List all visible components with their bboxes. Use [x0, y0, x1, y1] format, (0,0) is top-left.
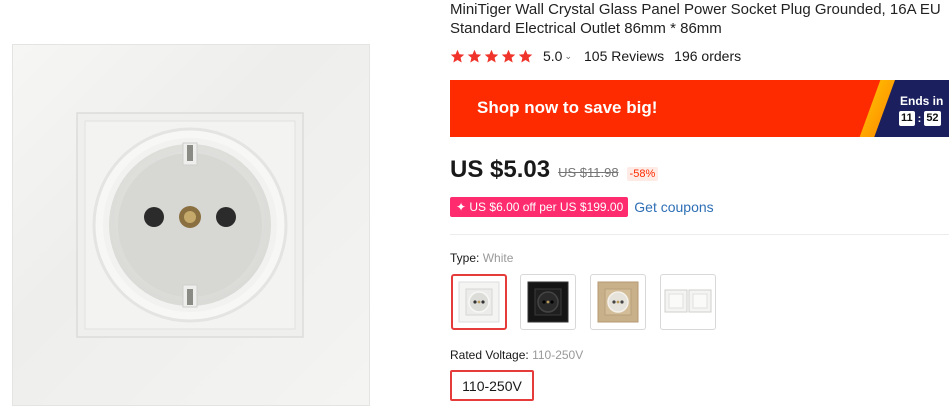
voltage-option-label: Rated Voltage: 110-250V: [450, 348, 583, 362]
voltage-value: 110-250V: [532, 348, 584, 362]
gold-socket-swatch[interactable]: [590, 274, 646, 330]
chevron-down-icon[interactable]: ⌄: [564, 51, 572, 62]
product-main-image[interactable]: [12, 44, 370, 406]
countdown-label: Ends in: [900, 94, 944, 108]
countdown-timer: 11 : 52: [899, 111, 941, 126]
orders-count: 196 orders: [674, 48, 742, 64]
black-socket-swatch[interactable]: [520, 274, 576, 330]
section-divider: [450, 234, 949, 235]
voltage-label: Rated Voltage:: [450, 348, 533, 362]
coupon-row: ✦ US $6.00 off per US $199.00 Get coupon…: [450, 197, 714, 217]
star-icon: [518, 49, 533, 62]
banner-text: Shop now to save big!: [477, 98, 658, 117]
star-icon: [484, 49, 499, 62]
promo-banner[interactable]: Shop now to save big! Ends in 11 : 52: [450, 80, 949, 137]
type-value: White: [482, 251, 514, 265]
type-option-label: Type: White: [450, 251, 513, 265]
product-title: MiniTiger Wall Crystal Glass Panel Power…: [450, 1, 941, 37]
white-switch-swatch[interactable]: [660, 274, 716, 330]
voltage-option-button[interactable]: 110-250V: [450, 370, 534, 401]
star-icon: [450, 49, 465, 62]
type-label: Type:: [450, 251, 483, 265]
white-socket-swatch[interactable]: [451, 274, 507, 330]
rating-row: 5.0 ⌄ 105 Reviews 196 orders: [450, 46, 741, 66]
coupon-tag[interactable]: ✦ US $6.00 off per US $199.00: [450, 197, 629, 217]
black-socket-thumb-icon: [527, 281, 569, 323]
star-rating: [450, 49, 533, 64]
current-price: US $5.03: [450, 156, 551, 183]
get-coupons-link[interactable]: Get coupons: [634, 199, 713, 215]
reviews-count[interactable]: 105 Reviews: [584, 48, 664, 64]
countdown-minutes: 52: [924, 111, 941, 126]
star-icon: [467, 49, 482, 62]
discount-badge: -58%: [626, 167, 659, 181]
star-icon: [501, 49, 516, 62]
socket-illustration: [76, 112, 304, 338]
countdown-separator: :: [917, 112, 922, 125]
white-switch-thumb-icon: [664, 289, 712, 313]
price-row: US $5.03 US $11.98 -58%: [450, 156, 659, 184]
gold-socket-thumb-icon: [597, 281, 639, 323]
original-price: US $11.98: [558, 165, 619, 180]
rating-score[interactable]: 5.0: [543, 48, 562, 64]
white-socket-thumb-icon: [458, 281, 500, 323]
countdown-hours: 11: [899, 111, 915, 126]
